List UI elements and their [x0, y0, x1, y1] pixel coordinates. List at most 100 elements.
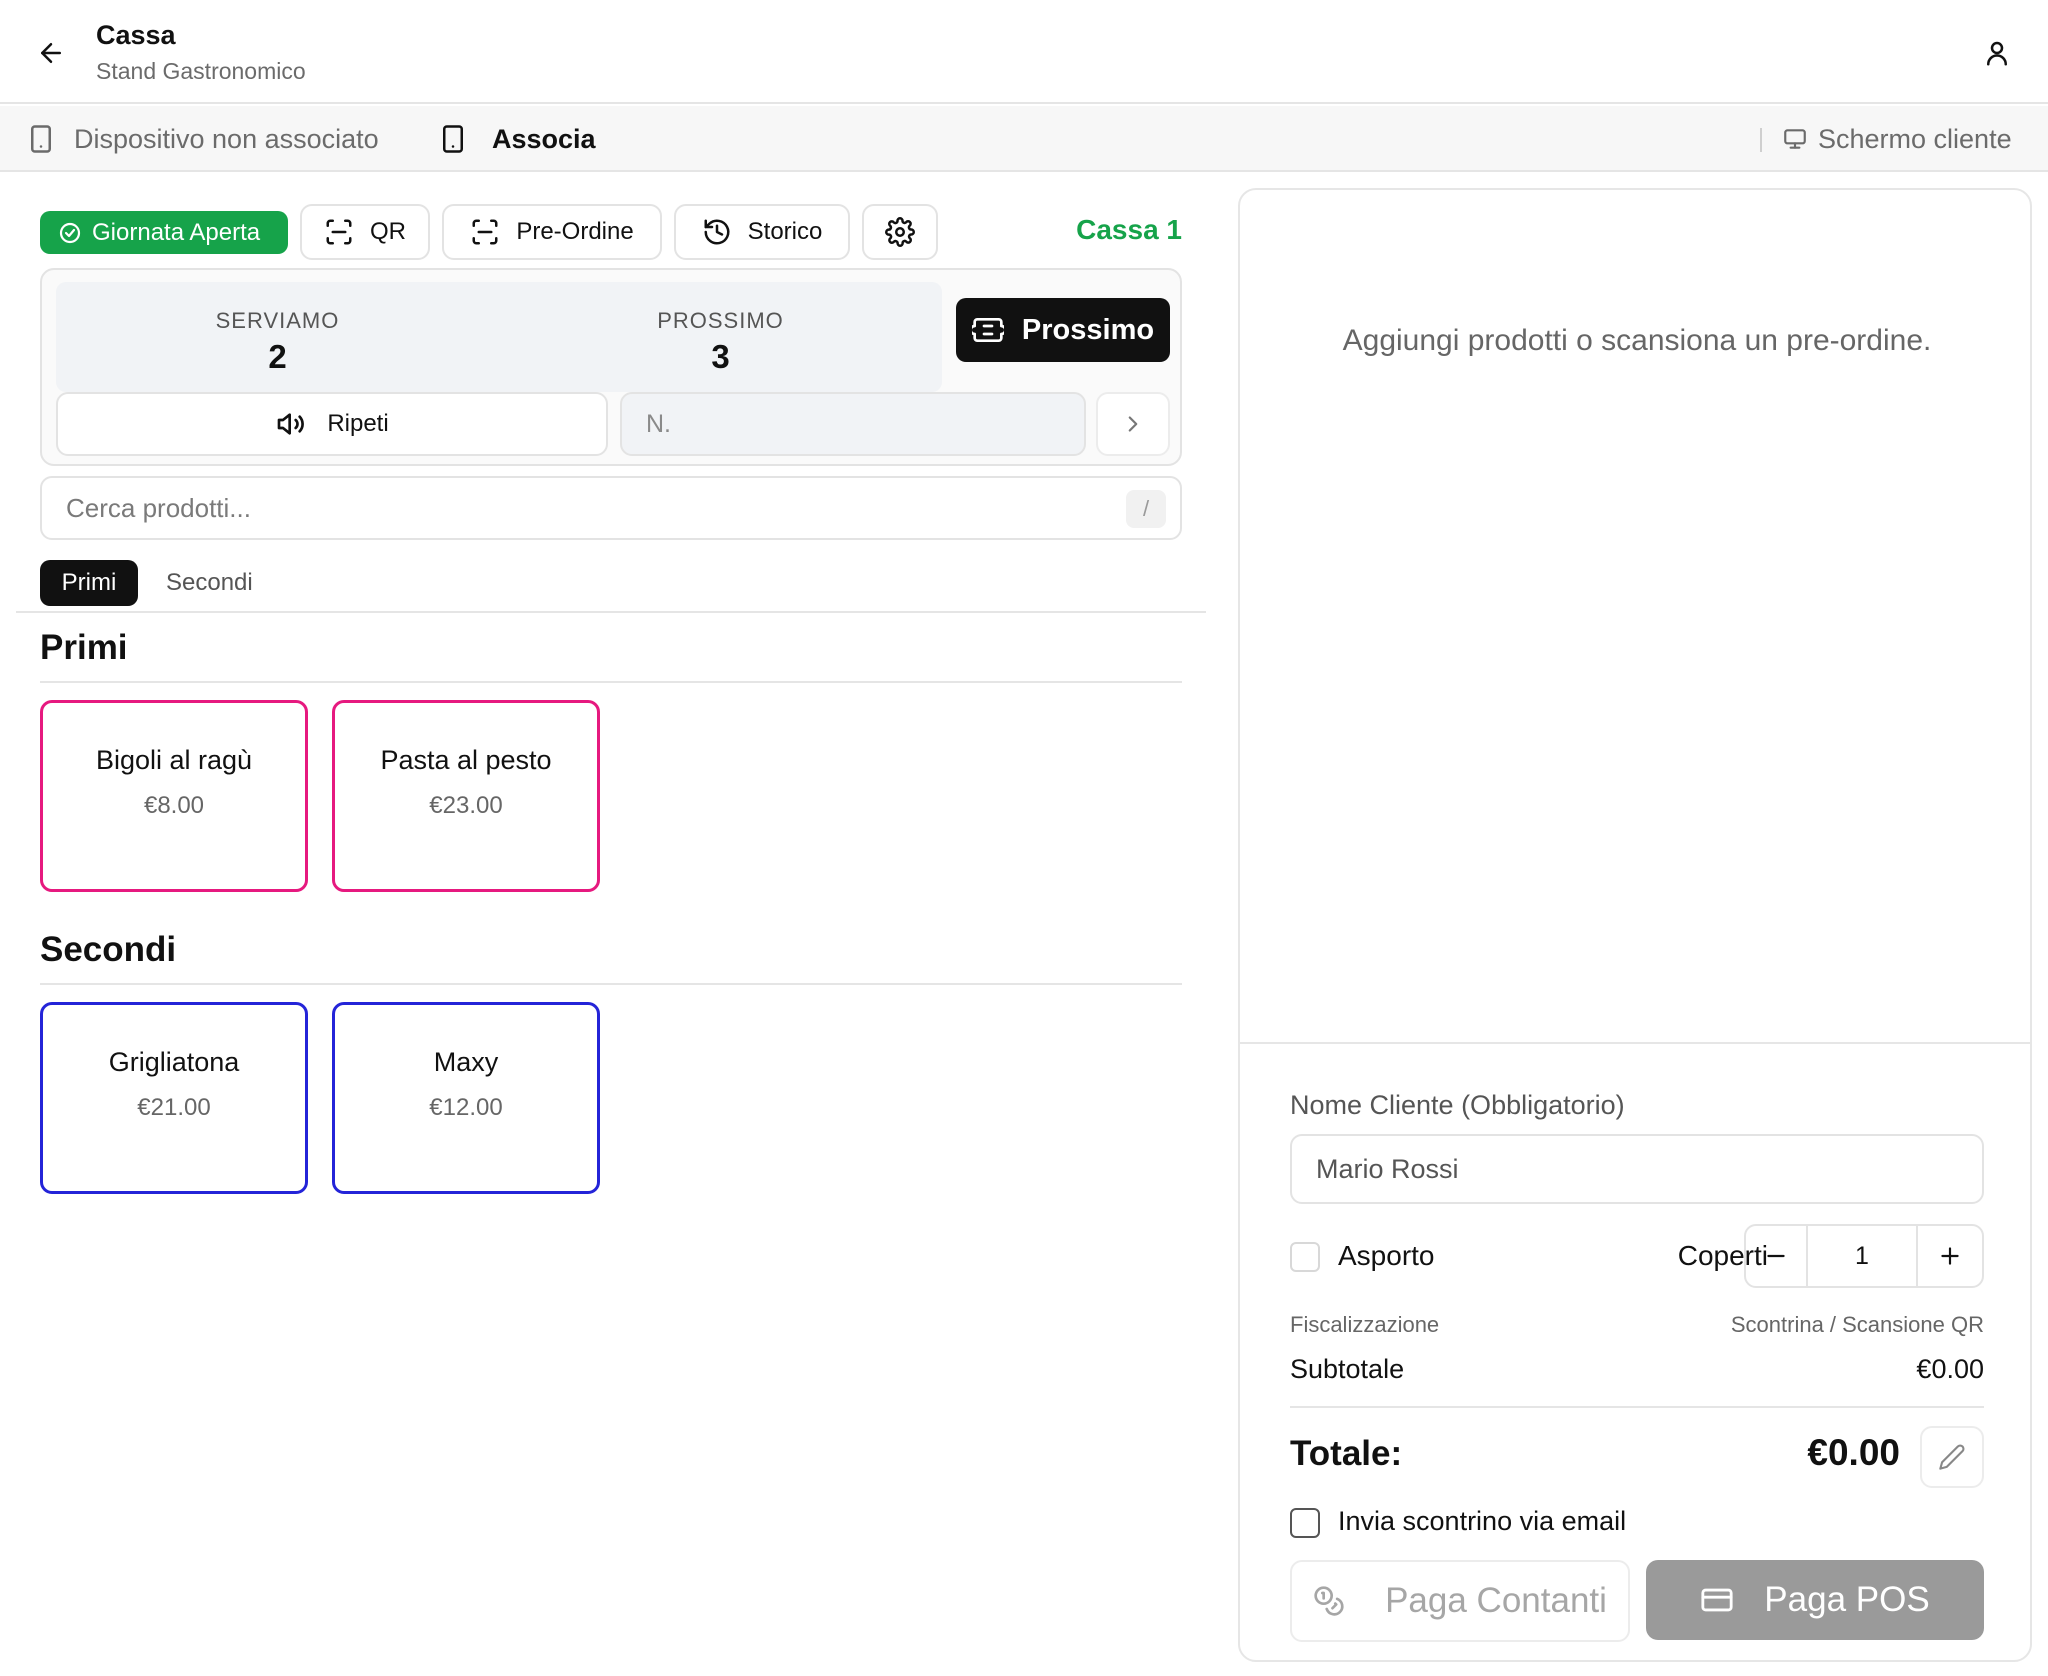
user-icon: [1987, 41, 2007, 66]
queue-panel: SERVIAMO 2 PROSSIMO 3 Prossimo Ripeti N.: [40, 268, 1182, 466]
day-status-text: Giornata Aperta: [92, 218, 261, 246]
product-card[interactable]: Pasta al pesto €23.00: [332, 700, 600, 892]
total-divider: [1290, 1406, 1984, 1408]
back-button[interactable]: [30, 32, 72, 74]
tablet-icon: [443, 125, 463, 153]
queue-stats: SERVIAMO 2 PROSSIMO 3: [56, 282, 942, 392]
customer-name-label: Nome Cliente (Obbligatorio): [1290, 1090, 1625, 1120]
tab-primi[interactable]: Primi: [40, 560, 138, 606]
next-ticket-button[interactable]: Prossimo: [956, 298, 1170, 362]
product-price: €21.00: [137, 1094, 211, 1121]
serving-number: 2: [268, 338, 287, 375]
minus-icon: [1767, 1254, 1785, 1258]
product-card[interactable]: Grigliatona €21.00: [40, 1002, 308, 1194]
ticket-number-input[interactable]: N.: [620, 392, 1086, 456]
scan-icon: [472, 219, 498, 245]
ticket-icon: [971, 318, 1004, 342]
device-status: Dispositivo non associato: [26, 106, 379, 172]
associate-button[interactable]: Associa: [438, 106, 596, 172]
divider: [1760, 128, 1762, 152]
next-number: 3: [711, 338, 730, 375]
settings-button[interactable]: [862, 204, 938, 260]
product-price: €23.00: [429, 792, 503, 819]
day-status-badge: Giornata Aperta: [40, 211, 288, 254]
preorder-button[interactable]: Pre-Ordine: [442, 204, 662, 260]
pencil-icon: [1939, 1444, 1965, 1470]
fiscal-value: Scontrina / Scansione QR: [1730, 1312, 1984, 1337]
serving-stat: SERVIAMO 2: [56, 282, 499, 392]
history-icon: [704, 219, 730, 245]
history-button[interactable]: Storico: [674, 204, 850, 260]
next-label: PROSSIMO: [657, 308, 784, 333]
user-menu-button[interactable]: [1976, 32, 2018, 74]
app-header: Cassa Stand Gastronomico: [0, 0, 2048, 104]
scan-icon: [326, 219, 352, 245]
page-title: Cassa: [96, 20, 176, 50]
check-circle-icon: [59, 222, 81, 243]
email-receipt-checkbox[interactable]: [1290, 1508, 1320, 1538]
search-placeholder: Cerca prodotti...: [66, 492, 251, 523]
next-ticket-label: Prossimo: [1021, 313, 1155, 346]
covers-input[interactable]: 1: [1806, 1224, 1918, 1288]
device-bar: Dispositivo non associato Associa Scherm…: [0, 106, 2048, 172]
page-subtitle: Stand Gastronomico: [96, 58, 306, 84]
takeaway-checkbox[interactable]: [1290, 1242, 1320, 1272]
cart-empty-message: Aggiungi prodotti o scansiona un pre-ord…: [1342, 324, 1932, 357]
customer-screen-button[interactable]: Schermo cliente: [1782, 106, 2012, 172]
pay-cash-label: Paga Contanti: [1385, 1581, 1607, 1620]
section-title-primi: Primi: [40, 628, 128, 667]
fiscal-label: Fiscalizzazione: [1290, 1312, 1440, 1337]
pay-pos-button[interactable]: Paga POS: [1646, 1560, 1984, 1640]
repeat-label: Ripeti: [327, 410, 389, 437]
qr-label: QR: [370, 218, 406, 245]
edit-total-button[interactable]: [1920, 1426, 1984, 1488]
credit-card-icon: [1701, 1588, 1733, 1612]
next-stat: PROSSIMO 3: [499, 282, 942, 392]
email-receipt-label: Invia scontrino via email: [1338, 1506, 1627, 1536]
cart-divider: [1240, 1042, 2030, 1044]
keyboard-shortcut: /: [1126, 490, 1166, 528]
gear-icon: [885, 217, 915, 247]
ticket-go-button[interactable]: [1096, 392, 1170, 456]
covers-increment-button[interactable]: [1916, 1224, 1984, 1288]
coins-icon: [1314, 1586, 1344, 1616]
product-price: €8.00: [143, 792, 205, 819]
section-title-secondi: Secondi: [40, 930, 177, 969]
tabs-divider: [16, 611, 1206, 613]
product-search-input[interactable]: Cerca prodotti... /: [40, 476, 1182, 540]
product-card[interactable]: Maxy €12.00: [332, 1002, 600, 1194]
total-label: Totale:: [1290, 1434, 1403, 1473]
section-divider: [40, 983, 1182, 985]
total-value: €0.00: [1807, 1432, 1900, 1473]
product-name: Maxy: [433, 1047, 499, 1077]
customer-name-input[interactable]: Mario Rossi: [1290, 1134, 1984, 1204]
arrow-left-icon: [41, 43, 61, 63]
history-label: Storico: [747, 218, 823, 245]
product-name: Bigoli al ragù: [95, 745, 253, 775]
register-name: Cassa 1: [1076, 214, 1182, 245]
speaker-icon: [277, 413, 305, 435]
pay-pos-label: Paga POS: [1764, 1580, 1930, 1619]
device-status-text: Dispositivo non associato: [74, 123, 379, 154]
plus-icon: [1941, 1247, 1959, 1265]
cart-panel: Aggiungi prodotti o scansiona un pre-ord…: [1238, 188, 2032, 1662]
pay-cash-button[interactable]: Paga Contanti: [1290, 1560, 1630, 1642]
product-card[interactable]: Bigoli al ragù €8.00: [40, 700, 308, 892]
serving-label: SERVIAMO: [215, 308, 340, 333]
preorder-label: Pre-Ordine: [516, 218, 634, 245]
tab-secondi[interactable]: Secondi: [166, 560, 253, 606]
product-name: Grigliatona: [108, 1047, 240, 1077]
qr-button[interactable]: QR: [300, 204, 430, 260]
covers-decrement-button[interactable]: [1744, 1224, 1808, 1288]
takeaway-label: Asporto: [1338, 1240, 1435, 1271]
customer-screen-label: Schermo cliente: [1818, 123, 2012, 154]
subtotal-label: Subtotale: [1290, 1354, 1405, 1384]
product-price: €12.00: [429, 1094, 503, 1121]
tablet-icon: [31, 125, 51, 153]
repeat-button[interactable]: Ripeti: [56, 392, 608, 456]
product-name: Pasta al pesto: [380, 745, 552, 775]
associate-label: Associa: [492, 123, 596, 154]
chevron-right-icon: [1128, 416, 1138, 432]
subtotal-value: €0.00: [1916, 1354, 1984, 1384]
monitor-icon: [1784, 129, 1806, 149]
